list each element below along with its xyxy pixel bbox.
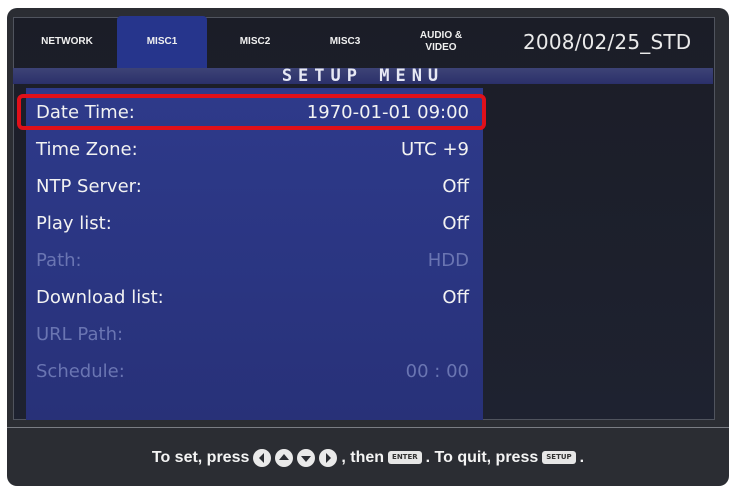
enter-key: ENTER bbox=[388, 451, 422, 464]
menu-row-label: Path: bbox=[36, 249, 82, 271]
menu-row-label: NTP Server: bbox=[36, 175, 142, 197]
setup-menu-panel: Date Time: 1970-01-01 09:00 Time Zone: U… bbox=[26, 88, 483, 420]
menu-row-value: 1970-01-01 09:00 bbox=[306, 101, 469, 123]
tab-misc3[interactable]: MISC3 bbox=[305, 16, 385, 68]
menu-row-value: Off bbox=[442, 175, 469, 197]
menu-row-label: Time Zone: bbox=[36, 138, 138, 160]
tab-misc2[interactable]: MISC2 bbox=[215, 16, 295, 68]
menu-row-download-list[interactable]: Download list: Off bbox=[26, 279, 483, 315]
tab-bar: NETWORK MISC1 MISC2 MISC3 AUDIO & VIDEO … bbox=[13, 16, 713, 68]
menu-row-time-zone[interactable]: Time Zone: UTC +9 bbox=[26, 131, 483, 167]
menu-row-path: Path: HDD bbox=[26, 242, 483, 278]
help-prefix: To set, press bbox=[151, 448, 250, 466]
menu-row-play-list[interactable]: Play list: Off bbox=[26, 205, 483, 241]
firmware-version: 2008/02/25_STD bbox=[523, 30, 692, 54]
arrow-left-icon bbox=[253, 448, 272, 467]
menu-row-label: Schedule: bbox=[36, 360, 125, 382]
menu-row-value: UTC +9 bbox=[401, 138, 469, 160]
menu-row-label: Play list: bbox=[36, 212, 112, 234]
menu-row-value: 00 : 00 bbox=[405, 360, 469, 382]
help-middle: , then bbox=[341, 448, 385, 466]
arrow-down-icon bbox=[297, 448, 316, 467]
arrow-right-icon bbox=[319, 448, 338, 467]
setup-key: SETUP bbox=[542, 451, 576, 464]
tab-network[interactable]: NETWORK bbox=[25, 16, 109, 68]
menu-row-url-path: URL Path: bbox=[26, 316, 483, 352]
tab-audio-video[interactable]: AUDIO & VIDEO bbox=[391, 16, 491, 68]
help-suffix1: . To quit, press bbox=[425, 448, 539, 466]
menu-row-ntp-server[interactable]: NTP Server: Off bbox=[26, 168, 483, 204]
menu-row-value: HDD bbox=[427, 249, 469, 271]
menu-row-value: Off bbox=[442, 286, 469, 308]
menu-row-date-time[interactable]: Date Time: 1970-01-01 09:00 bbox=[26, 94, 483, 130]
menu-row-label: Date Time: bbox=[36, 101, 135, 123]
menu-row-value: Off bbox=[442, 212, 469, 234]
menu-row-label: URL Path: bbox=[36, 323, 124, 345]
help-bar: To set, press , then ENTER . To quit, pr… bbox=[7, 427, 729, 487]
menu-row-label: Download list: bbox=[36, 286, 164, 308]
title-strip: SETUP MENU bbox=[13, 66, 713, 86]
menu-row-schedule: Schedule: 00 : 00 bbox=[26, 353, 483, 389]
tab-misc1[interactable]: MISC1 bbox=[117, 16, 207, 68]
arrow-up-icon bbox=[275, 448, 294, 467]
tab-audio-video-label: AUDIO & VIDEO bbox=[419, 30, 463, 53]
page-title: SETUP MENU bbox=[281, 66, 445, 86]
help-hint: To set, press , then ENTER . To quit, pr… bbox=[151, 448, 585, 467]
help-suffix2: . bbox=[579, 448, 585, 466]
